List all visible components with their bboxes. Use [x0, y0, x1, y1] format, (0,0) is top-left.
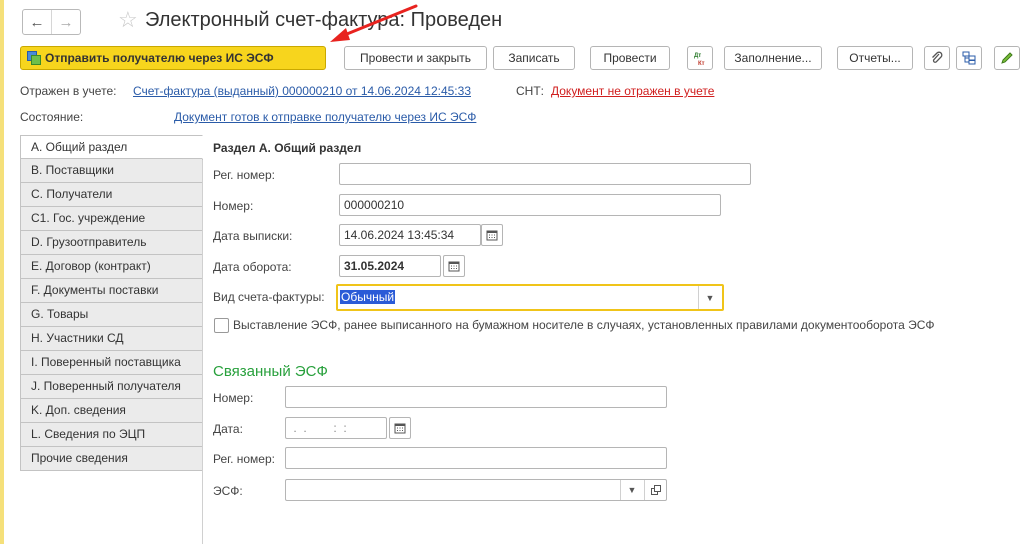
annotation-arrow	[330, 4, 418, 42]
linked-number-label: Номер:	[213, 391, 254, 405]
paperclip-icon[interactable]	[924, 46, 950, 70]
calendar-icon[interactable]	[389, 417, 411, 439]
reg-number-input[interactable]	[339, 163, 751, 185]
turnover-date-label: Дата оборота:	[213, 260, 292, 274]
send-esf-icon	[27, 51, 41, 65]
dropdown-icon[interactable]: ▼	[698, 286, 721, 309]
send-to-recipient-label: Отправить получателю через ИС ЭСФ	[45, 51, 274, 65]
tab-b-suppliers[interactable]: B. Поставщики	[20, 159, 203, 183]
tab-d-shipper[interactable]: D. Грузоотправитель	[20, 231, 203, 255]
structure-icon[interactable]	[956, 46, 982, 70]
section-a-title: Раздел А. Общий раздел	[213, 141, 362, 155]
tab-j-recipient-attorney[interactable]: J. Поверенный получателя	[20, 375, 203, 399]
invoice-kind-select[interactable]: Обычный	[336, 284, 724, 311]
dt-kt-icon[interactable]: Дт Кт	[687, 46, 713, 70]
navigation-group: ← →	[22, 9, 81, 35]
post-and-close-button[interactable]: Провести и закрыть	[344, 46, 487, 70]
send-to-recipient-button[interactable]: Отправить получателю через ИС ЭСФ	[20, 46, 326, 70]
invoice-kind-value: Обычный	[340, 290, 396, 304]
tab-other[interactable]: Прочие сведения	[20, 447, 203, 471]
linked-date-input[interactable]: . . : :	[285, 417, 387, 439]
calendar-icon[interactable]	[443, 255, 465, 277]
post-button[interactable]: Провести	[590, 46, 670, 70]
turnover-date-input[interactable]: 31.05.2024	[339, 255, 441, 277]
state-label: Состояние:	[20, 110, 84, 124]
tab-h-participants[interactable]: H. Участники СД	[20, 327, 203, 351]
linked-number-input[interactable]	[285, 386, 667, 408]
linked-date-label: Дата:	[213, 422, 243, 436]
section-tabs: A. Общий раздел B. Поставщики C. Получат…	[20, 135, 203, 471]
yellow-edge-strip	[0, 0, 4, 544]
linked-reg-input[interactable]	[285, 447, 667, 469]
linked-esf-title: Связанный ЭСФ	[213, 363, 328, 380]
paper-issued-checkbox[interactable]	[214, 318, 229, 333]
panel-divider	[202, 160, 203, 544]
reflected-link[interactable]: Счет-фактура (выданный) 000000210 от 14.…	[133, 84, 471, 98]
issue-date-label: Дата выписки:	[213, 229, 293, 243]
calendar-icon[interactable]	[481, 224, 503, 246]
tab-a-general[interactable]: A. Общий раздел	[20, 135, 203, 159]
tab-g-goods[interactable]: G. Товары	[20, 303, 203, 327]
snt-link[interactable]: Документ не отражен в учете	[551, 84, 714, 98]
reflected-label: Отражен в учете:	[20, 84, 117, 98]
issue-date-input[interactable]: 14.06.2024 13:45:34	[339, 224, 481, 246]
tab-e-contract[interactable]: E. Договор (контракт)	[20, 255, 203, 279]
reg-number-label: Рег. номер:	[213, 168, 275, 182]
open-form-icon[interactable]	[644, 480, 667, 500]
edit-pencil-icon[interactable]	[994, 46, 1020, 70]
snt-label: СНТ:	[516, 84, 544, 98]
tab-f-delivery-docs[interactable]: F. Документы поставки	[20, 279, 203, 303]
tab-c-recipients[interactable]: C. Получатели	[20, 183, 203, 207]
linked-esf-label: ЭСФ:	[213, 484, 243, 498]
number-label: Номер:	[213, 199, 254, 213]
linked-esf-input[interactable]	[285, 479, 667, 501]
tab-i-supplier-attorney[interactable]: I. Поверенный поставщика	[20, 351, 203, 375]
fill-button[interactable]: Заполнение...	[724, 46, 822, 70]
number-input[interactable]: 000000210	[339, 194, 721, 216]
svg-text:Дт: Дт	[694, 53, 701, 59]
tab-k-additional[interactable]: K. Доп. сведения	[20, 399, 203, 423]
back-arrow-icon[interactable]: ←	[23, 10, 51, 34]
svg-text:Кт: Кт	[698, 61, 705, 66]
tab-c1-gov[interactable]: C1. Гос. учреждение	[20, 207, 203, 231]
write-button[interactable]: Записать	[493, 46, 575, 70]
invoice-kind-label: Вид счета-фактуры:	[213, 290, 325, 304]
state-link[interactable]: Документ готов к отправке получателю чер…	[174, 110, 476, 124]
dropdown-icon[interactable]: ▼	[620, 480, 643, 500]
forward-arrow-icon[interactable]: →	[51, 10, 80, 34]
favorite-star-icon[interactable]: ☆	[118, 7, 138, 33]
linked-reg-label: Рег. номер:	[213, 452, 275, 466]
paper-issued-label: Выставление ЭСФ, ранее выписанного на бу…	[233, 318, 935, 332]
reports-button[interactable]: Отчеты...	[837, 46, 913, 70]
tab-l-signature[interactable]: L. Сведения по ЭЦП	[20, 423, 203, 447]
